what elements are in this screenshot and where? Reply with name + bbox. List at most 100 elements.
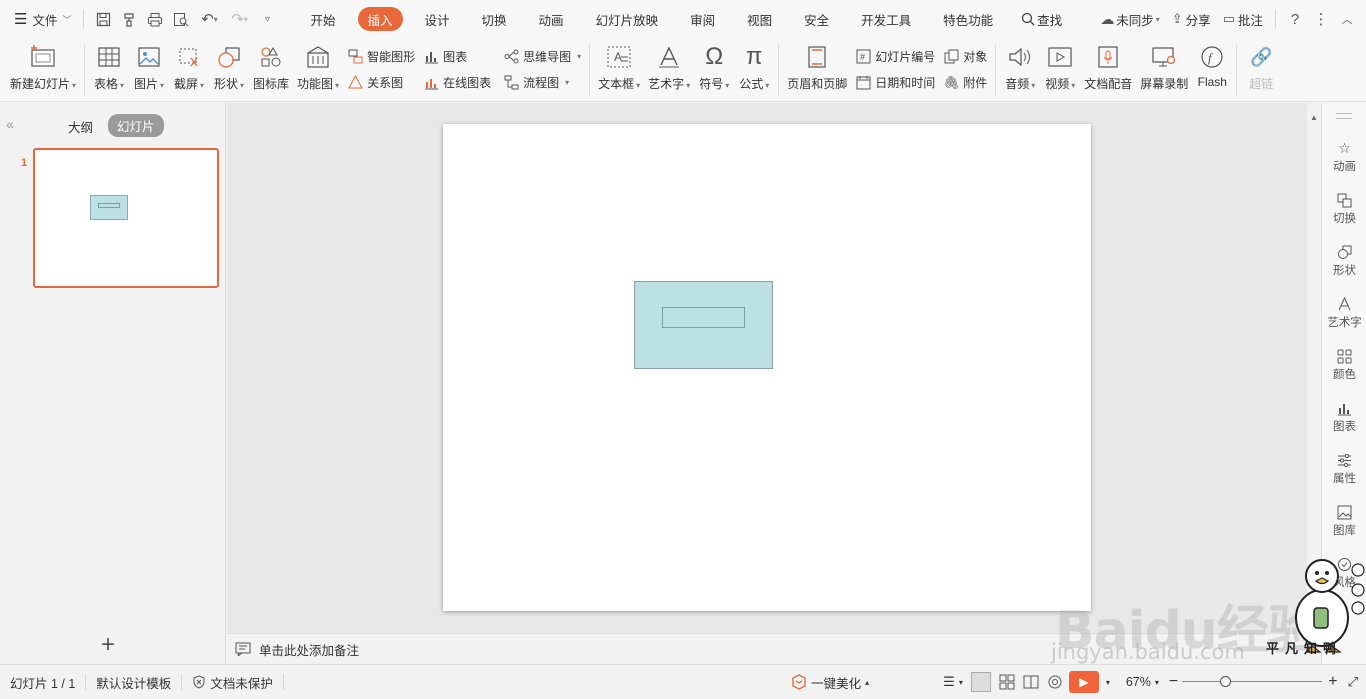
tab-review[interactable]: 审阅 (674, 7, 731, 31)
slide-number-button[interactable]: # 幻灯片编号 (855, 47, 935, 67)
vertical-scrollbar[interactable]: ▲ ▼ (1307, 103, 1321, 633)
remark-view-button[interactable] (1043, 674, 1067, 690)
undo-icon[interactable]: ↶ ▾ (194, 6, 224, 32)
attachment-button[interactable]: 🖇 附件 (943, 73, 987, 93)
align-icon: ☰ (943, 674, 955, 689)
tab-view[interactable]: 视图 (731, 7, 788, 31)
tab-design[interactable]: 设计 (409, 7, 466, 31)
tab-developer[interactable]: 开发工具 (845, 7, 927, 31)
sidebar-item-animation[interactable]: ☆ 动画 (1322, 139, 1366, 174)
more-icon[interactable]: ⋮ (1308, 6, 1334, 32)
relation-chart-button[interactable]: 关系图 (347, 73, 415, 93)
tab-slideshow[interactable]: 幻灯片放映 (580, 7, 675, 31)
document-protection[interactable]: 文档未保护 (182, 673, 283, 692)
scroll-up-icon[interactable]: ▲ (1310, 113, 1318, 122)
tab-home[interactable]: 开始 (294, 7, 351, 31)
formula-button[interactable]: π 公式 (734, 38, 774, 101)
sidebar-item-color[interactable]: 颜色 (1322, 347, 1366, 382)
new-slide-button[interactable]: 新建幻灯片 (6, 38, 80, 101)
tab-insert[interactable]: 插入 (357, 7, 403, 31)
sorter-view-button[interactable] (995, 674, 1019, 690)
fit-window-button[interactable]: ⤢ (1344, 674, 1366, 690)
textbox-button[interactable]: A 文本框 (594, 38, 644, 101)
sidebar-item-shape[interactable]: 形状 (1322, 243, 1366, 278)
normal-view-icon (970, 672, 991, 692)
zoom-out-button[interactable]: − (1165, 673, 1182, 691)
format-painter-icon[interactable] (116, 6, 142, 32)
shape-button[interactable]: 形状 (209, 38, 249, 101)
table-button[interactable]: 表格 (89, 38, 129, 101)
comment-button[interactable]: ▭ 批注 (1217, 6, 1269, 32)
wordart-button[interactable]: 艺术字 (644, 38, 694, 101)
doc-voice-button[interactable]: 文档配音 (1080, 38, 1136, 101)
object-button[interactable]: 对象 (943, 47, 987, 67)
print-preview-icon[interactable] (168, 6, 194, 32)
help-icon[interactable]: ? (1282, 6, 1308, 32)
chevron-down-icon: ▾ (1105, 677, 1110, 687)
save-icon[interactable] (90, 6, 116, 32)
tab-special[interactable]: 特色功能 (927, 7, 1009, 31)
collapse-ribbon-icon[interactable]: ︿ (1334, 6, 1360, 32)
sidebar-item-properties[interactable]: 属性 (1322, 451, 1366, 486)
tab-outline[interactable]: 大纲 (68, 117, 93, 136)
print-icon[interactable] (142, 6, 168, 32)
add-slide-button[interactable]: + (101, 633, 115, 657)
sidebar-item-transition[interactable]: 切换 (1322, 191, 1366, 226)
mindmap-label: 思维导图 (523, 50, 572, 64)
rectangle-shape[interactable] (634, 281, 773, 369)
inner-rectangle-shape[interactable] (662, 307, 745, 328)
online-chart-button[interactable]: 在线图表 (423, 73, 491, 93)
scroll-down-icon[interactable]: ▼ (1310, 618, 1318, 627)
zoom-level[interactable]: 67% ▾ (1112, 675, 1165, 689)
shape-icon (214, 42, 244, 72)
tab-slides[interactable]: 幻灯片 (108, 114, 164, 137)
beautify-button[interactable]: 一键美化 ▴ (781, 673, 879, 692)
screenshot-button[interactable]: 截屏 (169, 38, 209, 101)
reading-view-button[interactable] (1019, 674, 1043, 690)
normal-view-button[interactable] (967, 672, 995, 692)
notes-bar[interactable]: 单击此处添加备注 (227, 633, 1307, 664)
zoom-in-button[interactable]: + (1322, 673, 1343, 691)
bar-chart-icon (1336, 399, 1354, 417)
screen-record-button[interactable]: 屏幕录制 (1136, 38, 1192, 101)
sidebar-item-gallery[interactable]: 图库 (1322, 503, 1366, 538)
file-menu[interactable]: ☰ 文件 ﹀ (8, 6, 77, 32)
sidebar-item-wordart[interactable]: 艺术字 (1322, 295, 1366, 330)
slide-canvas[interactable] (443, 124, 1091, 611)
zoom-slider-thumb[interactable] (1220, 676, 1232, 687)
flowchart-button[interactable]: 流程图 (503, 73, 581, 93)
slide-thumbnail[interactable] (33, 148, 219, 288)
tab-animation[interactable]: 动画 (523, 7, 580, 31)
icon-library-button[interactable]: 图标库 (249, 38, 293, 101)
tab-security[interactable]: 安全 (788, 7, 845, 31)
flowchart-label: 流程图 (523, 76, 560, 90)
sidebar-item-chart[interactable]: 图表 (1322, 399, 1366, 434)
tab-transition[interactable]: 切换 (466, 7, 523, 31)
share-button[interactable]: ⇪ 分享 (1166, 6, 1217, 32)
sync-button[interactable]: ☁ 未同步 ▾ (1094, 6, 1166, 32)
hyperlink-button[interactable]: 🔗 超链 (1241, 38, 1281, 101)
picture-button[interactable]: 图片 (129, 38, 169, 101)
design-template[interactable]: 默认设计模板 (86, 673, 181, 692)
beautify-icon (792, 674, 806, 690)
mindmap-button[interactable]: 思维导图 (503, 47, 581, 67)
notes-toggle-button[interactable]: ☰ ▾ (939, 674, 967, 690)
video-button[interactable]: 视频 (1040, 38, 1080, 101)
pi-icon: π (745, 43, 763, 70)
chart-button[interactable]: 图表 (423, 47, 491, 67)
function-chart-button[interactable]: 功能图 (293, 38, 343, 101)
sidebar-item-style[interactable]: 风格 (1322, 555, 1366, 590)
search-button[interactable]: 查找 (1015, 6, 1068, 32)
sidebar-handle-icon[interactable] (1336, 113, 1352, 119)
flash-button[interactable]: f Flash (1192, 38, 1232, 101)
zoom-slider[interactable] (1182, 675, 1323, 689)
audio-button[interactable]: 音频 (1000, 38, 1040, 101)
play-slideshow-button[interactable]: ▶ ▾ (1067, 671, 1112, 693)
header-footer-button[interactable]: 页眉和页脚 (783, 38, 851, 101)
date-time-button[interactable]: 日期和时间 (855, 73, 935, 93)
customize-toolbar-icon[interactable]: ▿ (254, 6, 280, 32)
collapse-panel-icon[interactable]: « (6, 116, 14, 132)
redo-icon[interactable]: ↷ ▾ (224, 6, 254, 32)
symbol-button[interactable]: Ω 符号 (694, 38, 734, 101)
smart-shape-button[interactable]: 智能图形 (347, 47, 415, 67)
